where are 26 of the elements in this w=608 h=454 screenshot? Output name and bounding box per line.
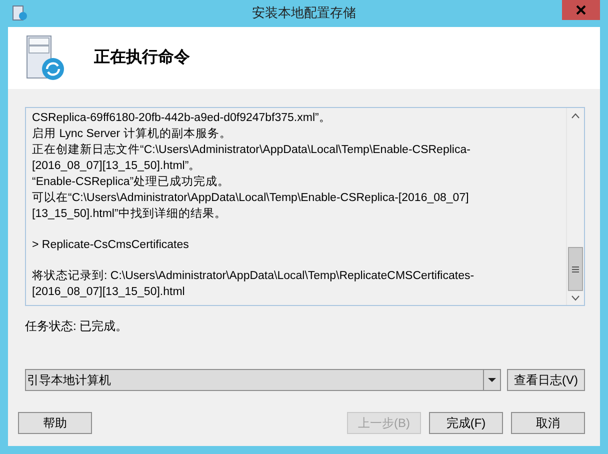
log-line: [13_15_50].html”中找到详细的结果。 xyxy=(32,206,228,222)
server-sync-icon xyxy=(26,34,66,81)
app-icon xyxy=(12,5,28,21)
dropdown-arrow-icon xyxy=(488,378,496,382)
grip-icon xyxy=(572,266,579,272)
close-button[interactable] xyxy=(562,0,600,20)
close-icon xyxy=(576,5,586,15)
log-line: [2016_08_07][13_15_50].html xyxy=(32,285,186,300)
scroll-thumb[interactable] xyxy=(568,247,583,291)
view-log-button[interactable]: 查看日志(V) xyxy=(507,369,585,391)
dialog-button[interactable]: 取消 xyxy=(511,412,585,434)
log-line: > Replicate-CsCmsCertificates xyxy=(32,238,190,253)
log-line: 可以在“C:\Users\Administrator\AppData\Local\Temp\Enable-CSReplica-[2016_08_07] xyxy=(32,190,470,206)
dropdown[interactable]: 引导本地计算机 xyxy=(25,369,501,391)
scrollbar[interactable] xyxy=(566,108,584,305)
dialog-button[interactable]: 帮助 xyxy=(18,412,92,434)
dialog-button[interactable]: 完成(F) xyxy=(429,412,503,434)
log-line: [2016_08_07][13_15_50].html”。 xyxy=(32,159,202,174)
log-line: “Enable-CSReplica”处理已成功完成。 xyxy=(32,174,231,190)
task-status: 任务状态: 已完成。 xyxy=(25,318,129,335)
log-line: 正在创建新日志文件“C:\Users\Administrator\AppData\Local\Temp\Enable-CSReplica- xyxy=(32,142,472,158)
log-line: 将状态记录到: C:\Users\Administrator\AppData\Local\Temp\ReplicateCMSCertificates- xyxy=(32,268,476,284)
log-line: 启用 Lync Server 计算机的副本服务。 xyxy=(32,126,232,142)
log-line: CSReplica-69ff6180-20fb-442b-a9ed-d0f9247bf375.xml”。 xyxy=(32,111,332,126)
header-title: 正在执行命令 xyxy=(94,48,190,68)
window-title: 安装本地配置存储 xyxy=(252,4,356,22)
